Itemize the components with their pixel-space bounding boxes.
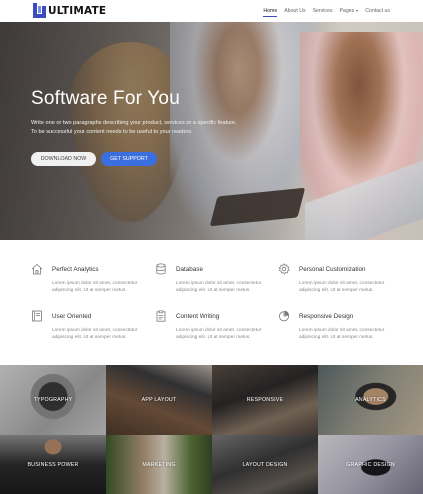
- nav-item-home[interactable]: Home: [263, 2, 277, 20]
- feature-desc: Lorem ipsum dolor sit amet, consectetur …: [176, 328, 262, 340]
- feature-title: Perfect Analytics: [52, 266, 99, 273]
- gallery-tile-responsive[interactable]: Responsive: [212, 365, 318, 435]
- feature-title: Content Writing: [176, 313, 220, 320]
- gallery-tile-typography[interactable]: Typography: [0, 365, 106, 435]
- feature-desc: Lorem ipsum dolor sit amet, consectetur …: [299, 328, 385, 340]
- feature-desc: Lorem ipsum dolor sit amet, consectetur …: [299, 281, 385, 293]
- hero-section: Software For You Write one or two paragr…: [0, 22, 423, 240]
- gallery-tile-marketing[interactable]: Marketing: [106, 435, 212, 494]
- tile-label: Typography: [33, 397, 73, 403]
- feature-title: Database: [176, 266, 203, 273]
- logo-mark-icon: [33, 3, 46, 18]
- tile-label: App Layout: [141, 397, 177, 403]
- tile-label: Graphic Design: [346, 461, 395, 468]
- brand-logo[interactable]: ULTIMATE: [33, 3, 106, 18]
- feature-title: User Oriented: [52, 313, 92, 320]
- nav-item-contact-us[interactable]: Contact us: [365, 2, 390, 20]
- gallery-tile-business-power[interactable]: Business Power: [0, 435, 106, 494]
- tile-label: Layout Design: [242, 461, 288, 468]
- feature-desc: Lorem ipsum dolor sit amet, consectetur …: [176, 281, 262, 293]
- features-section: Perfect Analytics Lorem ipsum dolor sit …: [0, 240, 423, 365]
- brand-name: ULTIMATE: [48, 4, 107, 17]
- gallery-tile-analytics[interactable]: Analytics: [318, 365, 423, 435]
- get-support-button[interactable]: Get Support: [101, 152, 157, 166]
- hero-title: Software For You: [31, 88, 180, 109]
- feature-desc: Lorem ipsum dolor sit amet, consectetur …: [52, 328, 138, 340]
- gallery-tile-graphic-design[interactable]: Graphic Design: [318, 435, 423, 494]
- nav-item-pages[interactable]: Pages: [339, 2, 359, 20]
- nav-item-services[interactable]: Services: [313, 2, 333, 20]
- feature-desc: Lorem ipsum dolor sit amet, consectetur …: [52, 281, 138, 293]
- feature-title: Personal Customization: [299, 266, 366, 273]
- tile-label: Responsive: [246, 397, 284, 403]
- tile-label: Business Power: [27, 461, 79, 468]
- navbar: ULTIMATE Home About Us Services Pages Co…: [0, 0, 423, 22]
- nav-item-pages-label: Pages: [339, 8, 355, 14]
- portfolio-gallery: Typography App Layout Responsive Analyti…: [0, 365, 423, 494]
- gallery-tile-layout-design[interactable]: Layout Design: [212, 435, 318, 494]
- hero-text: Write one or two paragraphs describing y…: [31, 120, 237, 135]
- chevron-down-icon: [356, 9, 359, 12]
- tile-label: Analytics: [355, 397, 386, 403]
- gear-icon: [278, 263, 290, 275]
- database-icon: [156, 263, 166, 275]
- clipboard-icon: [156, 310, 166, 322]
- gallery-tile-app-layout[interactable]: App Layout: [106, 365, 212, 435]
- book-icon: [32, 310, 42, 322]
- feature-title: Responsive Design: [299, 313, 354, 320]
- main-nav: Home About Us Services Pages Contact us: [263, 0, 390, 22]
- home-icon: [31, 263, 43, 275]
- nav-item-about-us[interactable]: About Us: [284, 2, 305, 20]
- download-now-button[interactable]: Download Now: [31, 152, 96, 166]
- tile-label: Marketing: [142, 461, 176, 468]
- pie-chart-icon: [279, 310, 289, 322]
